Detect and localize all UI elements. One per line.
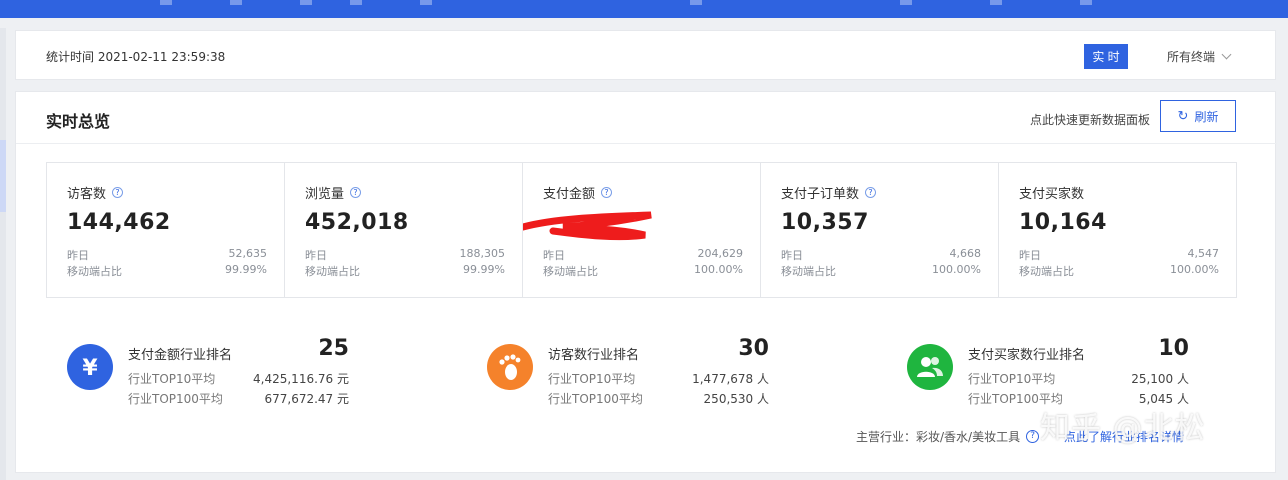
divider xyxy=(16,143,1277,144)
help-icon[interactable]: ? xyxy=(1026,430,1040,443)
mobile-ratio-label: 移动端占比 xyxy=(305,265,360,278)
top100-label: 行业TOP100平均 xyxy=(548,392,643,406)
ranking-buyers: 支付买家数行业排名 10 行业TOP10平均 25,100 人 行业TOP100平… xyxy=(907,336,1207,406)
chevron-down-icon xyxy=(1221,49,1232,60)
overview-title: 实时总览 xyxy=(46,112,111,131)
top100-value: 677,672.47 元 xyxy=(264,392,349,406)
main-industry-label: 主营行业：彩妆/香水/美妆工具 xyxy=(856,430,1021,444)
ranking-number: 30 xyxy=(738,336,769,361)
help-icon[interactable]: ? xyxy=(112,187,124,198)
metric-card: 浏览量? 452,018 昨日 188,305 移动端占比 99.99% xyxy=(285,163,523,297)
metric-value: 10,357 xyxy=(781,210,869,235)
yesterday-label: 昨日 xyxy=(67,249,89,262)
yesterday-value: 52,635 xyxy=(228,247,268,260)
nav-fragment xyxy=(420,0,432,5)
metrics-grid: 访客数? 144,462 昨日 52,635 移动端占比 99.99% 浏览量? 4… xyxy=(46,162,1237,298)
top100-value: 250,530 人 xyxy=(703,392,769,406)
mobile-ratio-value: 100.00% xyxy=(694,263,743,276)
mobile-ratio-value: 100.00% xyxy=(932,263,981,276)
yesterday-value: 4,547 xyxy=(1187,247,1220,260)
metric-label: 支付买家数 xyxy=(1019,187,1085,202)
top10-label: 行业TOP10平均 xyxy=(548,372,636,386)
metric-card: 访客数? 144,462 昨日 52,635 移动端占比 99.99% xyxy=(47,163,285,297)
metric-card: 支付子订单数? 10,357 昨日 4,668 移动端占比 100.00% xyxy=(761,163,999,297)
yen-icon: ¥ xyxy=(67,344,113,390)
mobile-ratio-label: 移动端占比 xyxy=(543,265,598,278)
refresh-icon: ↻ xyxy=(1177,108,1189,123)
realtime-button[interactable]: 实 时 xyxy=(1084,44,1128,69)
ranking-number: 10 xyxy=(1158,336,1189,361)
watermark: 知乎 @北松 xyxy=(1040,411,1206,446)
nav-fragment xyxy=(160,0,172,5)
top100-label: 行业TOP100平均 xyxy=(128,392,223,406)
ranking-title: 支付买家数行业排名 xyxy=(968,348,1086,363)
ranking-title: 支付金额行业排名 xyxy=(128,348,233,363)
nav-fragment xyxy=(900,0,912,5)
mobile-ratio-value: 100.00% xyxy=(1170,263,1219,276)
metric-card: 支付金额? 昨日 204,629 移动端占比 100.00% xyxy=(523,163,761,297)
nav-fragment xyxy=(350,0,362,5)
yesterday-label: 昨日 xyxy=(305,249,327,262)
top10-label: 行业TOP10平均 xyxy=(128,372,216,386)
mobile-ratio-value: 99.99% xyxy=(225,263,267,276)
yesterday-label: 昨日 xyxy=(1019,249,1041,262)
help-icon[interactable]: ? xyxy=(350,187,362,198)
left-sidebar-edge xyxy=(0,28,6,480)
mobile-ratio-label: 移动端占比 xyxy=(67,265,122,278)
terminal-select[interactable]: 所有终端 xyxy=(1167,48,1232,65)
yesterday-value: 188,305 xyxy=(459,247,506,260)
metric-label: 访客数 xyxy=(67,187,107,202)
nav-fragment xyxy=(690,0,702,5)
metric-value: 144,462 xyxy=(67,210,171,235)
metric-label: 浏览量 xyxy=(305,187,345,202)
svg-text:¥: ¥ xyxy=(82,356,98,381)
stat-time-label: 统计时间 2021-02-11 23:59:38 xyxy=(46,50,226,64)
terminal-select-label: 所有终端 xyxy=(1167,50,1216,64)
mobile-ratio-label: 移动端占比 xyxy=(1019,265,1074,278)
metric-label: 支付子订单数 xyxy=(781,187,860,202)
metric-value: 452,018 xyxy=(305,210,409,235)
nav-fragment xyxy=(300,0,312,5)
footprint-icon xyxy=(487,344,533,390)
top10-value: 4,425,116.76 元 xyxy=(253,372,349,386)
stat-time-bar: 统计时间 2021-02-11 23:59:38 实 时 所有终端 xyxy=(15,30,1276,80)
ranking-pay-amount: ¥ 支付金额行业排名 25 行业TOP10平均 4,425,116.76 元 行业… xyxy=(67,336,367,406)
ranking-number: 25 xyxy=(318,336,349,361)
ranking-visitors: 访客数行业排名 30 行业TOP10平均 1,477,678 人 行业TOP100… xyxy=(487,336,787,406)
sidebar-active-mark xyxy=(0,140,6,212)
nav-fragment xyxy=(230,0,242,5)
yesterday-value: 4,668 xyxy=(949,247,982,260)
top10-label: 行业TOP10平均 xyxy=(968,372,1056,386)
mobile-ratio-label: 移动端占比 xyxy=(781,265,836,278)
refresh-button-label: 刷新 xyxy=(1194,109,1219,124)
ranking-title: 访客数行业排名 xyxy=(548,348,640,363)
refresh-hint: 点此快速更新数据面板 xyxy=(1030,113,1151,127)
top-nav-bar xyxy=(0,0,1288,18)
yesterday-label: 昨日 xyxy=(543,249,565,262)
refresh-button[interactable]: ↻ 刷新 xyxy=(1160,100,1236,132)
nav-fragment xyxy=(990,0,1002,5)
users-icon xyxy=(907,344,953,390)
top10-value: 1,477,678 人 xyxy=(692,372,769,386)
metric-card: 支付买家数 10,164 昨日 4,547 移动端占比 100.00% xyxy=(999,163,1236,297)
mobile-ratio-value: 99.99% xyxy=(463,263,505,276)
help-icon[interactable]: ? xyxy=(865,187,877,198)
main-industry: 主营行业：彩妆/香水/美妆工具 ? xyxy=(856,428,1040,445)
nav-fragment xyxy=(1080,0,1092,5)
top10-value: 25,100 人 xyxy=(1131,372,1189,386)
yesterday-value: 204,629 xyxy=(697,247,744,260)
metric-value: 10,164 xyxy=(1019,210,1107,235)
yesterday-label: 昨日 xyxy=(781,249,803,262)
